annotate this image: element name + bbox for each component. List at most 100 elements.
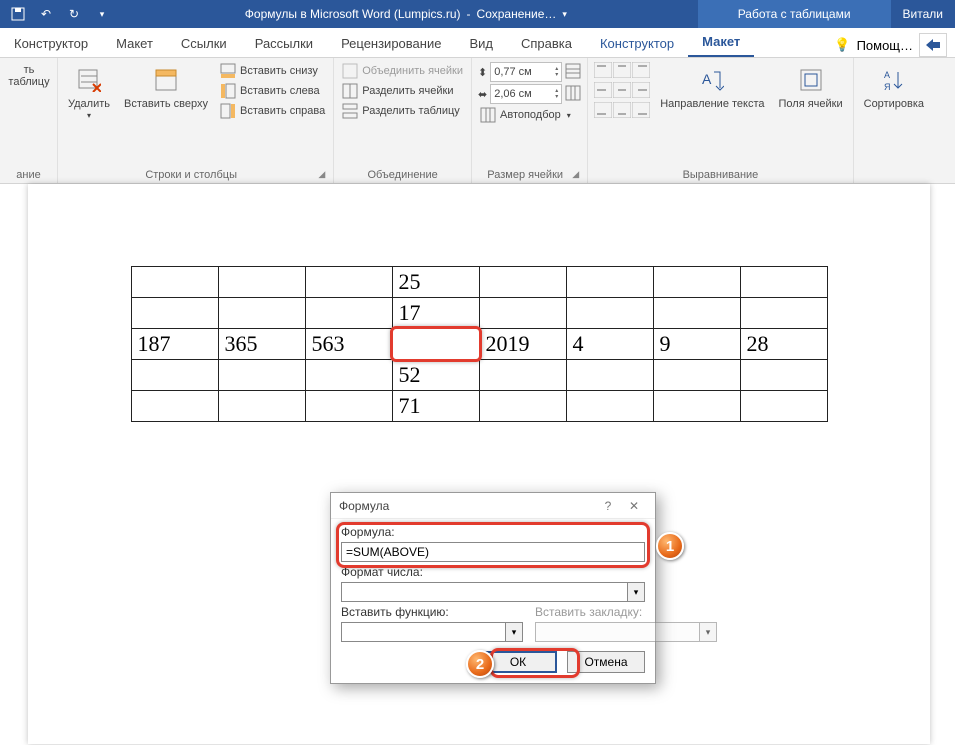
chevron-down-icon[interactable]: ▾ (627, 582, 645, 602)
distribute-rows-icon[interactable] (565, 63, 581, 82)
table-cell[interactable] (131, 298, 218, 329)
table-cell[interactable] (218, 298, 305, 329)
insert-function-combo[interactable]: ▾ (341, 622, 523, 642)
align-mr-icon[interactable] (632, 82, 650, 101)
tell-me-label[interactable]: Помощ… (857, 38, 913, 53)
user-name[interactable]: Витали (891, 7, 955, 21)
table-cell[interactable] (479, 267, 566, 298)
number-format-combo[interactable]: ▾ (341, 582, 645, 602)
alignment-grid[interactable] (594, 62, 650, 121)
insert-right-button[interactable]: Вставить справа (218, 102, 327, 120)
table-cell[interactable]: 563 (305, 329, 392, 360)
table-cell[interactable] (566, 391, 653, 422)
table-cell[interactable] (131, 267, 218, 298)
word-table[interactable]: 2517 187365563 20194928 5271 (131, 266, 828, 422)
tab-review[interactable]: Рецензирование (327, 30, 455, 57)
table-cell[interactable] (131, 360, 218, 391)
cancel-button[interactable]: Отмена (567, 651, 645, 673)
table-cell[interactable] (479, 360, 566, 391)
table-cell[interactable]: 4 (566, 329, 653, 360)
table-cell[interactable] (305, 267, 392, 298)
number-format-input[interactable] (341, 582, 627, 602)
text-direction-button[interactable]: AНаправление текста (656, 62, 768, 112)
table-cell[interactable] (479, 391, 566, 422)
cell-margins-button[interactable]: Поля ячейки (775, 62, 847, 112)
table-cell[interactable] (305, 360, 392, 391)
table-cell[interactable] (305, 391, 392, 422)
table-cell[interactable]: 25 (392, 267, 479, 298)
qat-dropdown-icon[interactable]: ▾ (90, 2, 114, 26)
help-icon[interactable]: ? (595, 499, 621, 513)
table-cell[interactable]: 187 (131, 329, 218, 360)
insert-left-button[interactable]: Вставить слева (218, 82, 327, 100)
distribute-cols-icon[interactable] (565, 85, 581, 104)
sort-button[interactable]: АЯСортировка (860, 62, 928, 112)
table-cell[interactable] (653, 298, 740, 329)
table-cell[interactable]: 17 (392, 298, 479, 329)
col-width-input[interactable]: 2,06 см▴▾ (490, 84, 562, 104)
table-cell[interactable] (740, 298, 827, 329)
autofit-button[interactable]: Автоподбор▾ (478, 106, 581, 124)
delete-button[interactable]: Удалить ▾ (64, 62, 114, 123)
align-tl-icon[interactable] (594, 62, 612, 81)
table-cell[interactable] (566, 298, 653, 329)
align-bc-icon[interactable] (613, 102, 631, 121)
tab-references[interactable]: Ссылки (167, 30, 241, 57)
table-cell[interactable]: 365 (218, 329, 305, 360)
align-ml-icon[interactable] (594, 82, 612, 101)
table-cell[interactable] (740, 391, 827, 422)
tab-table-design[interactable]: Конструктор (586, 30, 688, 57)
chevron-down-icon[interactable]: ▾ (505, 622, 523, 642)
table-cell[interactable] (305, 298, 392, 329)
dialog-launcher-icon[interactable]: ◢ (318, 169, 327, 180)
table-cell[interactable]: 52 (392, 360, 479, 391)
undo-icon[interactable]: ↶ (34, 2, 58, 26)
table-cell[interactable]: 9 (653, 329, 740, 360)
table-cell[interactable] (566, 360, 653, 391)
table-cell[interactable] (392, 329, 479, 360)
table-cell[interactable] (566, 267, 653, 298)
table-cell[interactable] (653, 391, 740, 422)
insert-below-button[interactable]: Вставить снизу (218, 62, 327, 80)
table-cell[interactable] (218, 391, 305, 422)
formula-input[interactable] (341, 542, 645, 562)
table-cell[interactable]: 2019 (479, 329, 566, 360)
draw-table-button[interactable]: ть таблицу (6, 62, 52, 90)
insert-function-input[interactable] (341, 622, 505, 642)
close-icon[interactable]: ✕ (621, 499, 647, 513)
table-cell[interactable] (653, 360, 740, 391)
spin-down-icon[interactable]: ▾ (555, 72, 558, 78)
table-cell[interactable] (653, 267, 740, 298)
tab-help[interactable]: Справка (507, 30, 586, 57)
table-cell[interactable] (479, 298, 566, 329)
tab-mailings[interactable]: Рассылки (241, 30, 327, 57)
table-cell[interactable] (131, 391, 218, 422)
redo-icon[interactable]: ↻ (62, 2, 86, 26)
split-cells-button[interactable]: Разделить ячейки (340, 82, 465, 100)
table-cell[interactable]: 28 (740, 329, 827, 360)
tab-table-layout[interactable]: Макет (688, 28, 754, 57)
align-tc-icon[interactable] (613, 62, 631, 81)
table-cell[interactable] (218, 267, 305, 298)
align-mc-icon[interactable] (613, 82, 631, 101)
tell-me-icon[interactable]: 💡 (834, 37, 850, 53)
align-tr-icon[interactable] (632, 62, 650, 81)
split-table-button[interactable]: Разделить таблицу (340, 102, 465, 120)
table-cell[interactable]: 71 (392, 391, 479, 422)
spin-down-icon[interactable]: ▾ (555, 94, 558, 100)
table-cell[interactable] (740, 267, 827, 298)
insert-above-button[interactable]: Вставить сверху (120, 62, 212, 112)
share-button[interactable] (919, 33, 947, 57)
table-cell[interactable] (218, 360, 305, 391)
tab-layout[interactable]: Макет (102, 30, 167, 57)
row-height-input[interactable]: 0,77 см▴▾ (490, 62, 562, 82)
dialog-launcher-icon[interactable]: ◢ (572, 169, 581, 180)
table-cell[interactable] (740, 360, 827, 391)
title-dropdown-icon[interactable]: ▾ (562, 9, 567, 20)
align-br-icon[interactable] (632, 102, 650, 121)
save-icon[interactable] (6, 2, 30, 26)
tab-view[interactable]: Вид (455, 30, 507, 57)
ok-button[interactable]: ОК (479, 651, 557, 673)
align-bl-icon[interactable] (594, 102, 612, 121)
dialog-titlebar[interactable]: Формула ? ✕ (331, 493, 655, 519)
